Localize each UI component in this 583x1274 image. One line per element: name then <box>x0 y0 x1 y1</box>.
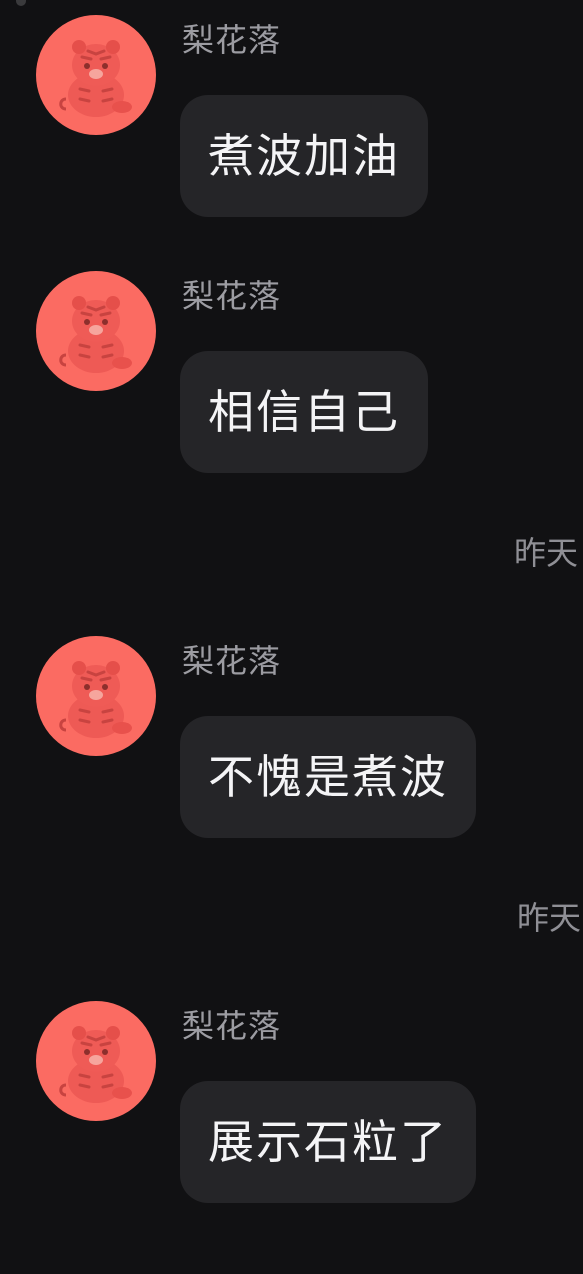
chat-message-list[interactable]: 梨花落 煮波加油 梨花落 相信自己 昨天 梨花落 不愧是煮波 昨天 梨花落 展示… <box>0 0 583 1274</box>
sender-name: 梨花落 <box>182 21 282 59</box>
message-bubble[interactable]: 煮波加油 <box>180 95 428 217</box>
tiger-avatar-icon[interactable] <box>36 271 156 391</box>
message-bubble[interactable]: 不愧是煮波 <box>180 716 476 838</box>
sender-name: 梨花落 <box>182 642 282 680</box>
chat-message: 梨花落 不愧是煮波 <box>0 621 583 838</box>
message-text: 相信自己 <box>208 385 400 439</box>
sender-name: 梨花落 <box>182 1007 282 1045</box>
message-timestamp: 昨天 <box>514 534 579 572</box>
message-timestamp: 昨天 <box>517 899 582 937</box>
chat-message: 梨花落 煮波加油 <box>0 0 583 217</box>
message-text: 展示石粒了 <box>208 1115 448 1169</box>
message-text: 不愧是煮波 <box>208 750 448 804</box>
tiger-avatar-icon[interactable] <box>36 15 156 135</box>
tiger-avatar-icon[interactable] <box>36 1001 156 1121</box>
chat-message: 梨花落 相信自己 <box>0 256 583 473</box>
sender-name: 梨花落 <box>182 277 282 315</box>
chat-message: 梨花落 展示石粒了 <box>0 986 583 1203</box>
message-text: 煮波加油 <box>208 129 400 183</box>
tiger-avatar-icon[interactable] <box>36 636 156 756</box>
message-bubble[interactable]: 展示石粒了 <box>180 1081 476 1203</box>
message-bubble[interactable]: 相信自己 <box>180 351 428 473</box>
